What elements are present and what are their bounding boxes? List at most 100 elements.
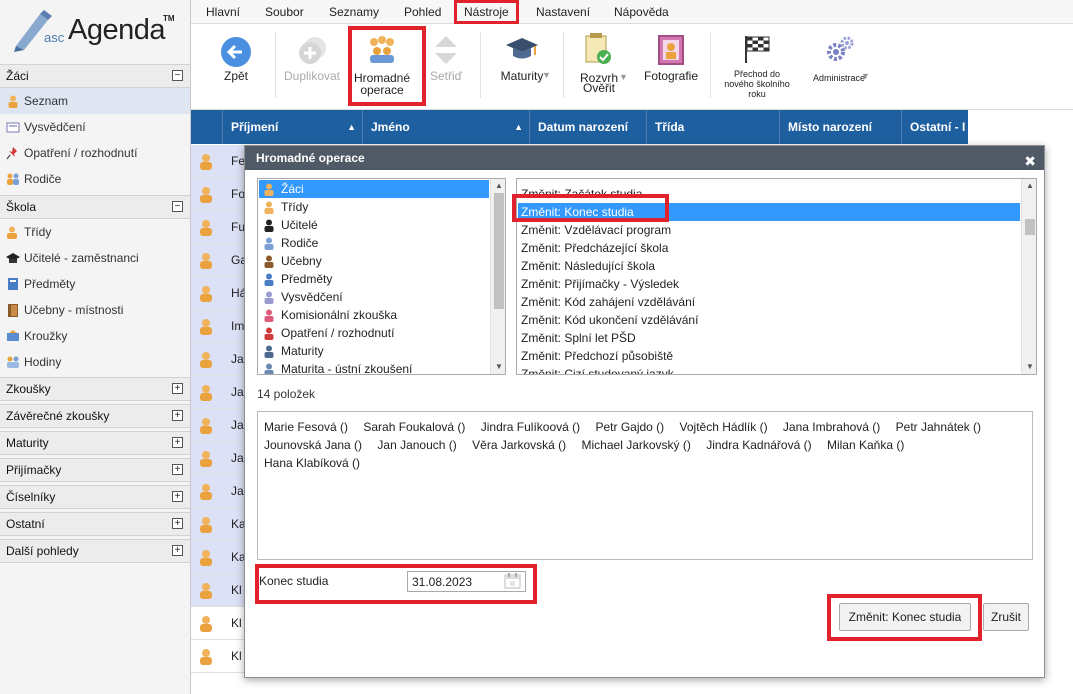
student-name: Jindra Kadnářová () — [706, 438, 812, 452]
category-item[interactable]: Třídy — [259, 198, 489, 216]
sidebar-item-opatreni[interactable]: Opatření / rozhodnutí — [0, 140, 190, 166]
section-2[interactable]: Maturity + — [0, 431, 190, 455]
operation-scrollbar[interactable]: ▲ ▼ — [1021, 179, 1036, 374]
section-4[interactable]: Číselníky + — [0, 485, 190, 509]
expand-icon[interactable]: + — [172, 491, 183, 502]
menu-napoveda[interactable]: Nápověda — [607, 0, 676, 24]
col-datum-narozeni[interactable]: Datum narození — [529, 110, 646, 144]
sidebar-item-tridy[interactable]: Třídy — [0, 219, 190, 245]
expand-icon[interactable]: + — [172, 518, 183, 529]
back-button[interactable]: Zpět — [211, 24, 261, 110]
operation-item[interactable]: Změnit: Cizí studovaný jazyk — [518, 365, 1020, 374]
operation-item[interactable]: Změnit: Předcházející škola — [518, 239, 1020, 257]
sidebar-item-vysvedceni[interactable]: Vysvědčení — [0, 114, 190, 140]
app-logo: asc Agenda TM — [10, 8, 185, 56]
student-icon — [200, 451, 212, 467]
sidebar-item-ucitele[interactable]: Učitelé - zaměstnanci — [0, 245, 190, 271]
sidebar-item-hodiny[interactable]: Hodiny — [0, 349, 190, 375]
sort-asc-icon: ▲ — [347, 122, 356, 132]
schedule-verify-button[interactable]: Rozvrh Ověřit ▼ — [569, 24, 629, 110]
expand-icon[interactable]: + — [172, 437, 183, 448]
operation-item[interactable]: Změnit: Kód ukončení vzdělávání — [518, 311, 1020, 329]
new-school-year-button[interactable]: Přechod do nového školního roku — [717, 24, 797, 110]
menu-hlavni[interactable]: Hlavní — [199, 0, 247, 24]
category-item[interactable]: Opatření / rozhodnutí — [259, 324, 489, 342]
gears-icon — [827, 36, 854, 61]
section-5[interactable]: Ostatní + — [0, 512, 190, 536]
toolbar: Zpět Duplikovat Hromadné operace Setřiď … — [191, 24, 1073, 110]
sidebar-item-ucebny[interactable]: Učebny - místnosti — [0, 297, 190, 323]
category-item[interactable]: Maturita - ústní zkoušení — [259, 360, 489, 374]
expand-icon[interactable]: + — [172, 545, 183, 556]
menu-seznamy[interactable]: Seznamy — [322, 0, 386, 24]
scroll-thumb[interactable] — [494, 193, 504, 309]
scroll-down-icon[interactable]: ▼ — [1022, 360, 1036, 374]
operation-item[interactable]: Změnit: Předchozí působiště — [518, 347, 1020, 365]
category-item[interactable]: Rodiče — [259, 234, 489, 252]
student-name: Jindra Fulíkoová () — [480, 420, 581, 434]
photos-button[interactable]: Fotografie — [639, 24, 703, 110]
section-1[interactable]: Závěrečné zkoušky + — [0, 404, 190, 428]
category-list[interactable]: Žáci Třídy Učitelé Rodiče Učebny Předměty Vysv… — [257, 178, 506, 375]
scroll-up-icon[interactable]: ▲ — [491, 179, 505, 193]
col-misto-narozeni[interactable]: Místo narození — [779, 110, 901, 144]
menu-pohled[interactable]: Pohled — [397, 0, 448, 24]
lessons-icon — [7, 356, 19, 368]
category-item[interactable]: Komisionální zkouška — [259, 306, 489, 324]
scroll-thumb[interactable] — [1025, 219, 1035, 235]
operation-item[interactable]: Změnit: Kód zahájení vzdělávání — [518, 293, 1020, 311]
teacher-cap-icon — [6, 253, 20, 263]
menu-nastroje[interactable]: Nástroje — [454, 0, 519, 24]
operation-item[interactable]: Změnit: Přijímačky - Výsledek — [518, 275, 1020, 293]
administration-button[interactable]: Administrace ▼ — [801, 24, 877, 110]
expand-icon[interactable]: + — [172, 383, 183, 394]
scroll-down-icon[interactable]: ▼ — [491, 360, 505, 374]
col-trida[interactable]: Třída — [646, 110, 779, 144]
confirm-change-button[interactable]: Změnit: Konec studia — [839, 603, 971, 631]
category-scrollbar[interactable]: ▲ ▼ — [490, 179, 505, 374]
maturity-button[interactable]: Maturity ▼ — [489, 24, 555, 110]
section-zaci[interactable]: Žáci − — [0, 64, 190, 88]
category-item[interactable]: Žáci — [259, 180, 489, 198]
operation-item[interactable]: Změnit: Splní let PŠD — [518, 329, 1020, 347]
sort-asc-icon: ▲ — [514, 122, 523, 132]
collapse-icon[interactable]: − — [172, 70, 183, 81]
pin-icon — [6, 147, 17, 160]
section-skola[interactable]: Škola − — [0, 195, 190, 219]
operation-item[interactable]: Změnit: Vzdělávací program — [518, 221, 1020, 239]
section-0[interactable]: Zkoušky + — [0, 377, 190, 401]
menu-nastaveni[interactable]: Nastavení — [529, 0, 597, 24]
category-icon — [264, 237, 274, 250]
category-item[interactable]: Vysvědčení — [259, 288, 489, 306]
student-icon — [200, 187, 212, 203]
expand-icon[interactable]: + — [172, 464, 183, 475]
expand-icon[interactable]: + — [172, 410, 183, 421]
cancel-button[interactable]: Zrušit — [983, 603, 1029, 631]
col-ostatni[interactable]: Ostatní - I — [901, 110, 968, 144]
sort-button[interactable]: Setřiď — [421, 24, 471, 110]
operation-item[interactable]: Změnit: Následující škola — [518, 257, 1020, 275]
dropdown-arrow-icon: ▼ — [619, 72, 628, 82]
category-item[interactable]: Učebny — [259, 252, 489, 270]
section-6[interactable]: Další pohledy + — [0, 539, 190, 563]
duplicate-plus-icon — [299, 37, 326, 64]
category-item[interactable]: Maturity — [259, 342, 489, 360]
category-icon — [264, 219, 274, 232]
sidebar-item-krouzky[interactable]: Kroužky — [0, 323, 190, 349]
close-icon[interactable]: ✖ — [1024, 149, 1036, 173]
section-3[interactable]: Přijímačky + — [0, 458, 190, 482]
sidebar-item-seznam[interactable]: Seznam — [0, 88, 190, 114]
duplicate-button[interactable]: Duplikovat — [281, 24, 343, 110]
row-surname: Kl — [231, 583, 242, 597]
category-item[interactable]: Učitelé — [259, 216, 489, 234]
col-jmeno[interactable]: Jméno ▲ — [362, 110, 529, 144]
sidebar-item-rodice[interactable]: Rodiče — [0, 166, 190, 192]
collapse-icon[interactable]: − — [172, 201, 183, 212]
sidebar-item-predmety[interactable]: Předměty — [0, 271, 190, 297]
menu-soubor[interactable]: Soubor — [258, 0, 311, 24]
col-prijmeni[interactable]: Příjmení ▲ — [222, 110, 362, 144]
calendar-icon[interactable] — [504, 573, 521, 589]
scroll-up-icon[interactable]: ▲ — [1022, 179, 1036, 193]
category-item[interactable]: Předměty — [259, 270, 489, 288]
student-icon — [200, 220, 212, 236]
